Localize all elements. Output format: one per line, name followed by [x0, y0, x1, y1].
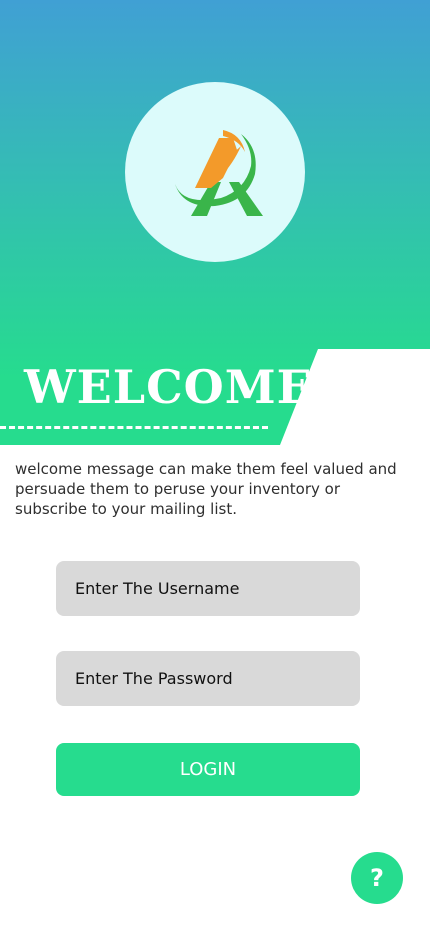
- question-icon: ?: [370, 864, 384, 892]
- welcome-description: welcome message can make them feel value…: [15, 460, 397, 518]
- password-input[interactable]: [56, 651, 360, 706]
- help-button[interactable]: ?: [351, 852, 403, 904]
- title-dashed-divider: [0, 426, 268, 429]
- logo-badge: [125, 82, 305, 262]
- username-input[interactable]: [56, 561, 360, 616]
- login-button[interactable]: LOGIN: [56, 743, 360, 796]
- page-title: WELCOME: [24, 360, 313, 414]
- A-logo-icon: [175, 130, 263, 216]
